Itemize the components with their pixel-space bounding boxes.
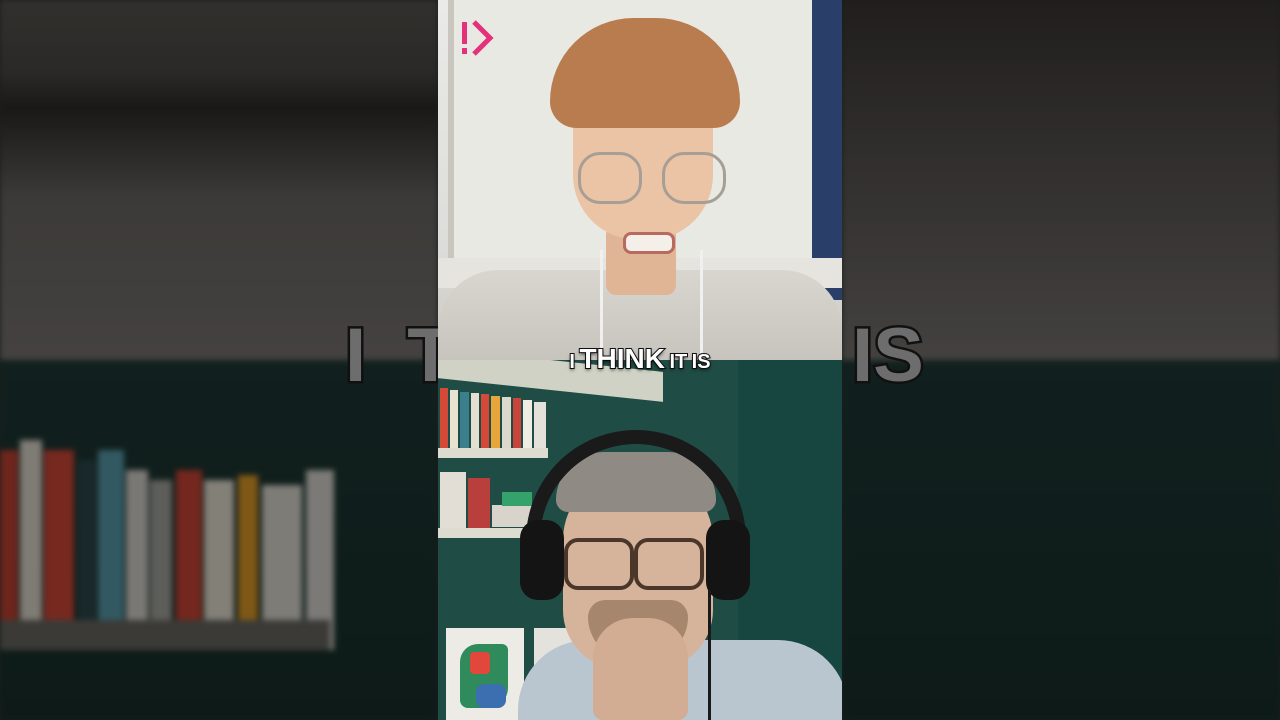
bookshelf-middle: [438, 448, 548, 458]
book: [502, 492, 532, 506]
glasses-right-lens: [634, 538, 704, 590]
book: [468, 478, 490, 528]
wall-art-left: [446, 628, 524, 720]
wall-pillar: [812, 0, 842, 300]
right-blurred-top: [842, 0, 1280, 360]
subtitle-word: I: [568, 350, 575, 374]
book: [491, 396, 500, 448]
speaker-video-top: [438, 0, 842, 360]
glasses-right-lens: [662, 152, 726, 204]
book: [523, 400, 532, 448]
subtitle-word: IT: [668, 350, 688, 374]
book: [460, 392, 469, 448]
book: [440, 388, 448, 448]
book: [450, 390, 458, 448]
subtitle-caption: I THINK IT IS: [0, 342, 1280, 377]
wall-art-shape: [470, 652, 490, 674]
book: [502, 397, 511, 448]
headphones-left-earcup: [520, 520, 564, 600]
book: [440, 472, 466, 528]
person-hand: [593, 618, 688, 720]
glasses-left-lens: [578, 152, 642, 204]
person-mouth: [623, 232, 675, 254]
subtitle-word: IS: [691, 350, 712, 374]
left-blurred-top: [0, 0, 438, 360]
wall-art-shape: [476, 684, 506, 708]
headphones-right-earcup: [706, 520, 750, 600]
book: [513, 398, 521, 448]
book: [481, 394, 489, 448]
blurred-shelf: [0, 620, 330, 650]
headphones-cable: [708, 590, 711, 720]
subtitle-word-highlight: THINK: [578, 342, 666, 375]
brand-play-icon: [462, 20, 494, 56]
speaker-video-bottom: [438, 360, 842, 720]
blurred-book: [20, 440, 42, 650]
book: [534, 402, 546, 448]
book: [471, 393, 479, 448]
right-blurred-wall: [842, 360, 1280, 720]
glasses-left-lens: [564, 538, 634, 590]
